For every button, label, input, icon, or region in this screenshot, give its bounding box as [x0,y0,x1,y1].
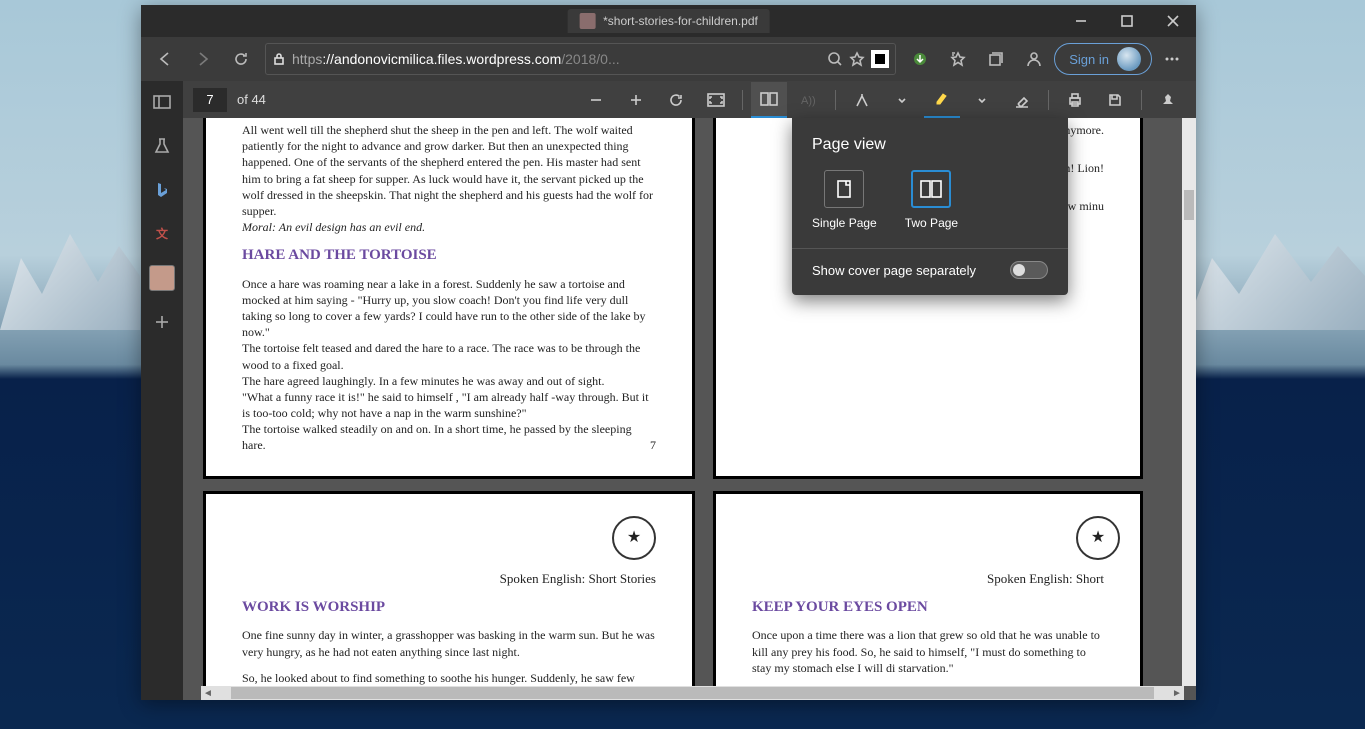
nav-toolbar: https://andonovicmilica.files.wordpress.… [141,37,1196,81]
page-number-input[interactable] [193,88,227,112]
window-controls [1058,5,1196,37]
collections-icon[interactable] [978,41,1014,77]
fit-page-button[interactable] [698,82,734,118]
two-page-option[interactable]: Two Page [905,170,958,230]
favorites-icon[interactable] [940,41,976,77]
maximize-button[interactable] [1104,5,1150,37]
flask-icon[interactable] [149,133,175,159]
vertical-scrollbar[interactable] [1182,118,1196,686]
pdf-page-7: All went well till the shepherd shut the… [203,118,695,479]
highlight-button[interactable] [924,82,960,118]
seal-logo-icon [612,516,656,560]
desktop-bg-mountains-right [1185,210,1365,330]
cover-separate-label: Show cover page separately [812,263,976,278]
refresh-button[interactable] [223,41,259,77]
favicon-icon [579,13,595,29]
panel-toggle-icon[interactable] [149,89,175,115]
two-page-icon [920,180,942,198]
close-button[interactable] [1150,5,1196,37]
profile-icon[interactable] [1016,41,1052,77]
more-menu-button[interactable] [1154,41,1190,77]
pdf-toolbar: of 44 A)) [183,81,1196,118]
tab-title-text: *short-stories-for-children.pdf [603,14,758,28]
avatar-thumb-icon[interactable] [149,265,175,291]
translate-icon[interactable]: 文 [149,221,175,247]
address-bar[interactable]: https://andonovicmilica.files.wordpress.… [265,43,896,75]
zoom-in-button[interactable] [618,82,654,118]
read-aloud-button[interactable]: A)) [791,82,827,118]
star-icon[interactable] [849,51,865,67]
signin-button[interactable]: Sign in [1054,43,1152,75]
minimize-button[interactable] [1058,5,1104,37]
scroll-left-arrow-icon[interactable]: ◄ [201,688,215,699]
view-options: Single Page Two Page [812,170,1048,230]
back-button[interactable] [147,41,183,77]
print-button[interactable] [1057,82,1093,118]
page-total-label: of 44 [237,92,266,107]
forward-button[interactable] [185,41,221,77]
svg-text:文: 文 [156,226,169,241]
horizontal-scrollbar[interactable]: ◄ ► [201,686,1184,700]
pin-toolbar-button[interactable] [1150,82,1186,118]
rotate-button[interactable] [658,82,694,118]
pdf-page-10: Spoken English: Short KEEP YOUR EYES OPE… [713,491,1143,700]
spread-2: Spoken English: Short Stories WORK IS WO… [183,491,1196,700]
highlight-chevron-icon[interactable] [964,82,1000,118]
browser-window: *short-stories-for-children.pdf https://… [141,5,1196,700]
zoom-out-button[interactable] [578,82,614,118]
scroll-right-arrow-icon[interactable]: ► [1170,688,1184,699]
single-page-option[interactable]: Single Page [812,170,877,230]
lock-icon [272,52,286,66]
page-view-button[interactable] [751,82,787,118]
draw-chevron-icon[interactable] [884,82,920,118]
seal-logo-icon [1076,516,1120,560]
main-area: of 44 A)) [183,81,1196,700]
single-page-icon [837,180,851,198]
draw-button[interactable] [844,82,880,118]
titlebar: *short-stories-for-children.pdf [141,5,1196,37]
zoom-icon[interactable] [827,51,843,67]
url-text: https://andonovicmilica.files.wordpress.… [292,51,821,67]
tab[interactable]: *short-stories-for-children.pdf [567,9,770,33]
add-pane-icon[interactable] [149,309,175,335]
signin-label: Sign in [1069,52,1109,67]
profile-avatar-icon [1117,47,1141,71]
cover-separate-row: Show cover page separately [812,261,1048,279]
left-sidebar: 文 [141,81,183,700]
bing-icon[interactable] [149,177,175,203]
downloads-icon[interactable] [902,41,938,77]
desktop-bg-mountains-left [0,210,140,330]
popover-title: Page view [812,136,1048,154]
scroll-thumb[interactable] [231,687,1154,699]
svg-text:A)): A)) [801,95,816,107]
page-view-popover: Page view Single Page Two Page Show cove… [792,118,1068,295]
reading-view-icon[interactable] [871,50,889,68]
erase-button[interactable] [1004,82,1040,118]
page-number: 7 [650,437,656,453]
save-button[interactable] [1097,82,1133,118]
cover-separate-toggle[interactable] [1010,261,1048,279]
pdf-page-9: Spoken English: Short Stories WORK IS WO… [203,491,695,700]
